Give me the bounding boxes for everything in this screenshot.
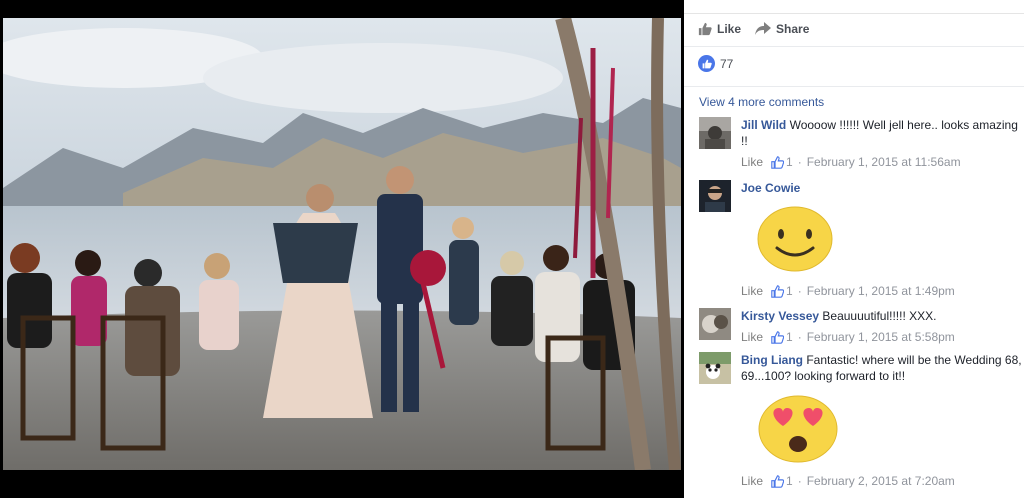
comment-like-count[interactable]: 1: [786, 284, 793, 298]
like-count: 77: [720, 56, 734, 71]
separator-dot: ·: [797, 284, 802, 298]
comment-item: Joe Cowie Like 1 · February 1, 2015 at 1…: [699, 180, 1021, 300]
comment-timestamp[interactable]: February 1, 2015 at 1:49pm: [807, 284, 955, 298]
like-button[interactable]: Like: [698, 22, 741, 36]
like-label: Like: [717, 22, 742, 36]
separator-dot: ·: [797, 474, 802, 488]
comment-like-link[interactable]: Like: [741, 155, 763, 169]
separator-dot: ·: [797, 155, 802, 169]
photo-viewer: [0, 0, 684, 498]
thumbs-up-icon: [771, 474, 785, 488]
comment-timestamp[interactable]: February 2, 2015 at 7:20am: [807, 474, 955, 488]
comment-like-count[interactable]: 1: [786, 155, 793, 169]
thumbs-up-icon: [771, 330, 785, 344]
comment-like-count[interactable]: 1: [786, 474, 793, 488]
comment-like-link[interactable]: Like: [741, 474, 763, 488]
comment-author[interactable]: Bing Liang: [741, 353, 803, 367]
comment-meta: Like 1 · February 2, 2015 at 7:20am: [741, 474, 955, 488]
comment-item: Bing Liang Fantastic! where will be the …: [699, 352, 1023, 498]
share-arrow-icon: [755, 22, 772, 35]
smiling-face-sticker: [757, 206, 833, 277]
like-reaction-icon: [698, 55, 715, 72]
avatar[interactable]: [699, 352, 731, 384]
comment-meta: Like 1 · February 1, 2015 at 11:56am: [741, 155, 961, 169]
comments-panel: Like Share 77 View 4 more comments Jill …: [684, 0, 1024, 498]
comment-meta: Like 1 · February 1, 2015 at 5:58pm: [741, 330, 955, 344]
comment-timestamp[interactable]: February 1, 2015 at 11:56am: [807, 155, 961, 169]
comment-author[interactable]: Joe Cowie: [741, 181, 800, 195]
divider: [684, 86, 1024, 87]
comment-body: Joe Cowie: [741, 180, 1023, 196]
panel-top-border: [684, 0, 1024, 14]
post-actions: Like Share: [698, 18, 823, 40]
separator-dot: ·: [797, 330, 802, 344]
comment-author[interactable]: Jill Wild: [741, 118, 786, 132]
reactions-count[interactable]: 77: [698, 55, 733, 72]
comment-body: Bing Liang Fantastic! where will be the …: [741, 352, 1023, 384]
thumbs-up-icon: [771, 284, 785, 298]
comment-like-link[interactable]: Like: [741, 284, 763, 298]
avatar[interactable]: [699, 308, 731, 340]
heart-eyes-sticker: [757, 394, 839, 469]
comment-like-count[interactable]: 1: [786, 330, 793, 344]
divider: [684, 46, 1024, 47]
comment-meta: Like 1 · February 1, 2015 at 1:49pm: [741, 284, 955, 298]
thumbs-up-icon: [698, 22, 712, 36]
comment-item: Jill Wild Woooow !!!!!! Well jell here..…: [699, 117, 1021, 177]
comment-text: Beauuuutiful!!!!! XXX.: [822, 309, 937, 323]
comment-item: Kirsty Vessey Beauuuutiful!!!!! XXX. Lik…: [699, 308, 1021, 348]
comment-body: Kirsty Vessey Beauuuutiful!!!!! XXX.: [741, 308, 1023, 324]
share-button[interactable]: Share: [755, 22, 809, 36]
avatar[interactable]: [699, 180, 731, 212]
comment-author[interactable]: Kirsty Vessey: [741, 309, 819, 323]
comment-body: Jill Wild Woooow !!!!!! Well jell here..…: [741, 117, 1023, 149]
share-label: Share: [776, 22, 810, 36]
thumbs-up-icon: [771, 155, 785, 169]
comment-like-link[interactable]: Like: [741, 330, 763, 344]
wedding-photo[interactable]: [3, 18, 681, 470]
avatar[interactable]: [699, 117, 731, 149]
comment-timestamp[interactable]: February 1, 2015 at 5:58pm: [807, 330, 955, 344]
view-more-comments-link[interactable]: View 4 more comments: [699, 95, 824, 109]
